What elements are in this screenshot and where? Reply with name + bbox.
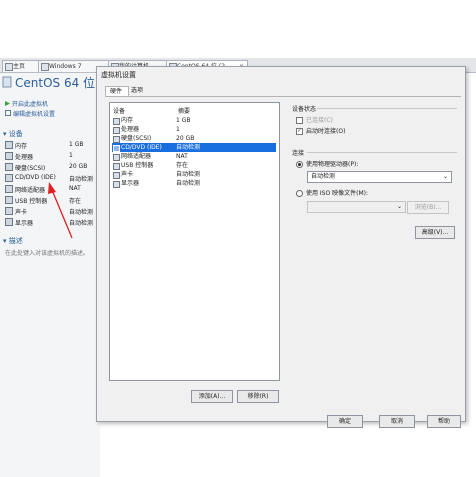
checkbox-label: 已连接(C) [306,117,333,124]
hardware-name: 声卡 [121,171,134,178]
hardware-row[interactable]: 处理器 1 [112,125,276,134]
physical-drive-radio[interactable]: 使用物理驱动器(P): [296,159,358,168]
hardware-row[interactable]: USB 控制器 存在 [112,161,276,170]
hardware-row[interactable]: 内存 1 GB [112,116,276,125]
hardware-value: NAT [176,153,188,160]
hardware-name: 内存 [121,117,134,124]
hardware-value: 自动检测 [176,171,201,178]
hardware-value: 1 GB [176,117,191,124]
checkbox-label: 启动时连接(O) [306,128,346,135]
hardware-row[interactable]: 声卡 自动检测 [112,170,276,179]
iso-image-radio[interactable]: 使用 ISO 映像文件(M): [296,188,368,197]
hardware-value: 自动检测 [176,144,201,151]
sound-icon [113,172,120,179]
dialog-title: 虚拟机设置 [101,71,136,79]
browse-button[interactable]: 浏览(B)... [407,201,449,214]
hardware-name: 处理器 [121,126,140,133]
radio-label: 使用 ISO 映像文件(M): [306,190,368,197]
advanced-button[interactable]: 高级(V)... [415,226,455,239]
connected-checkbox[interactable]: 已连接(C) [296,115,333,124]
tab-options[interactable]: 选项 [127,86,149,96]
cancel-button-label: 取消 [390,418,403,425]
hardware-row[interactable]: 显示器 自动检测 [112,179,276,188]
device-status-header: 设备状态 [292,106,317,113]
column-header-device[interactable]: 设备 [113,106,125,115]
hardware-name: USB 控制器 [121,162,154,169]
physical-drive-select[interactable]: 自动检测 ⌄ [307,171,452,183]
network-icon [113,154,120,161]
divider [317,108,457,109]
chevron-down-icon: ⌄ [442,173,448,180]
tab-divider [105,96,461,97]
add-button-label: 添加(A)... [198,393,226,400]
cpu-icon [113,127,120,134]
column-header-summary[interactable]: 摘要 [178,106,190,115]
hardware-row[interactable]: 硬盘(SCSI) 20 GB [112,134,276,143]
usb-icon [113,163,120,170]
hardware-value: 自动检测 [176,180,201,187]
help-button-label: 帮助 [437,418,450,425]
hardware-row-selected[interactable]: CD/DVD (IDE) 自动检测 [112,143,276,152]
hardware-name: CD/DVD (IDE) [121,144,162,151]
select-value: 自动检测 [311,173,336,180]
check-icon: ✓ [296,128,303,135]
vm-settings-dialog: 虚拟机设置 硬件 选项 设备 摘要 内存 1 GB 处理器 1 硬盘(SCSI) 20… [96,66,466,428]
add-hardware-button[interactable]: 添加(A)... [191,390,233,403]
remove-button-label: 移除(R) [247,393,269,400]
radio-selected-icon [296,161,303,168]
memory-icon [113,118,120,125]
hardware-name: 网络适配器 [121,153,152,160]
radio-icon [296,190,303,197]
disk-icon [113,136,120,143]
hardware-name: 硬盘(SCSI) [121,135,152,142]
hardware-value: 20 GB [176,135,195,142]
advanced-button-label: 高级(V)... [421,229,449,236]
radio-label: 使用物理驱动器(P): [306,161,359,168]
hardware-value: 1 [176,126,180,133]
ok-button-label: 确定 [338,418,351,425]
connect-on-power-checkbox[interactable]: ✓ 启动时连接(O) [296,126,345,135]
hardware-row[interactable]: 网络适配器 NAT [112,152,276,161]
cancel-button[interactable]: 取消 [379,415,415,428]
hardware-value: 存在 [176,162,189,169]
connection-header: 连接 [292,150,305,157]
cdrom-icon [113,145,120,152]
browse-button-label: 浏览(B)... [414,204,442,211]
display-icon [113,181,120,188]
hardware-name: 显示器 [121,180,140,187]
chevron-down-icon: ⌄ [396,203,402,210]
ok-button[interactable]: 确定 [327,415,363,428]
help-button[interactable]: 帮助 [427,415,461,428]
remove-hardware-button[interactable]: 移除(R) [237,390,279,403]
divider [307,152,457,153]
hardware-list: 设备 摘要 内存 1 GB 处理器 1 硬盘(SCSI) 20 GB CD/DVD (… [109,102,280,381]
iso-path-select[interactable]: ⌄ [307,201,406,213]
checkbox-box [296,117,303,124]
